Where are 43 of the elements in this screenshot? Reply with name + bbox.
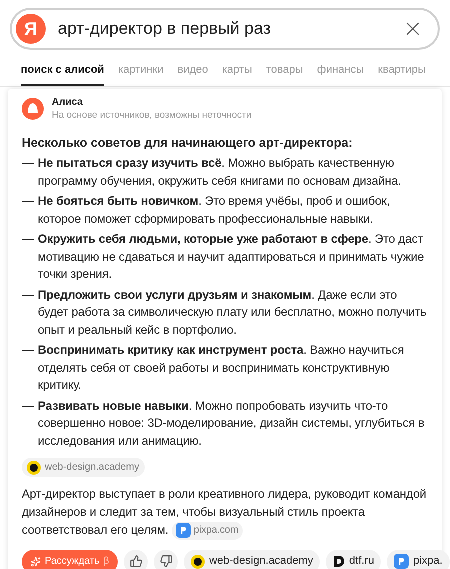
- dislike-button[interactable]: [154, 550, 178, 569]
- search-tab[interactable]: карты: [222, 62, 252, 86]
- square-logo-icon: [394, 554, 410, 569]
- thumbs-up-icon: [130, 555, 143, 568]
- list-marker: —: [22, 398, 35, 415]
- thumbs-down-icon: [160, 555, 173, 568]
- search-tab[interactable]: картинки: [118, 62, 164, 86]
- assistant-avatar-icon: [22, 98, 44, 120]
- circle-logo-icon: [191, 554, 206, 569]
- disclaimer: На основе источников, возможны неточности: [52, 108, 252, 122]
- tip-text: Не пытаться сразу изучить всё. Можно выбрать качественную программу обучения, окружить себя книгами по основам дизайна.: [38, 155, 402, 190]
- search-tab[interactable]: финансы: [317, 62, 364, 86]
- search-tab[interactable]: квартиры: [378, 62, 426, 86]
- search-field[interactable]: Я арт-директор в первый раз: [10, 8, 440, 50]
- tip-text: Развивать новые навыки. Можно попробовать изучить что-то совершенно новое: 3D-моделирование, дизайн системы, углубиться в исследования или анимацию.: [38, 398, 426, 450]
- list-marker: —: [22, 286, 35, 304]
- source-chip[interactable]: web-design.academy: [184, 550, 320, 569]
- tip-text: Предложить свои услуги друзьям и знакомым. Даже если это будет работа за символическую плату или бесплатно, можно получить опыт и реальный кейс в портфолио.: [38, 286, 428, 339]
- search-tab[interactable]: товары: [266, 62, 304, 86]
- search-tab[interactable]: видео: [178, 62, 208, 86]
- logo-icon: Я: [16, 14, 46, 44]
- letter-logo-icon: [333, 555, 346, 568]
- reason-button[interactable]: Рассуждать β: [22, 550, 118, 569]
- sparkle-icon: [31, 556, 41, 567]
- source-chip[interactable]: pixpa.: [387, 550, 450, 569]
- square-logo-icon: [176, 523, 191, 538]
- search-tab[interactable]: поиск с алисой: [21, 62, 104, 86]
- tip-text: Воспринимать критику как инструмент роста. Важно научиться отделять себя от своей работы и воспринимать конструктивную критику.: [38, 342, 406, 394]
- answer-heading: Несколько советов для начинающего арт-директора:: [22, 134, 354, 152]
- summary-text: Арт-директор выступает в роли креативного лидера, руководит командой дизайнеров и следит за тем, чтобы визуальный стиль проекта соответствовал его целям. pixpa.com: [22, 484, 428, 540]
- source-link[interactable]: pixpa.com: [172, 522, 243, 540]
- source-link[interactable]: web-design.academy: [22, 458, 144, 478]
- tip-text: Не бояться быть новичком. Это время учёбы, проб и ошибок, которое поможет сформировать профессиональные навыки.: [38, 193, 392, 228]
- list-marker: —: [22, 193, 35, 210]
- source-chip[interactable]: dtf.ru: [326, 550, 382, 569]
- tip-text: Окружить себя людьми, которые уже работают в сфере. Это даст мотивацию не сдаваться и научит адаптироваться и принимать чужие точки зрения.: [38, 231, 426, 284]
- assistant-name: Алиса: [52, 96, 84, 108]
- list-marker: —: [22, 231, 35, 248]
- circle-logo-icon: [27, 460, 41, 475]
- list-marker: —: [22, 342, 35, 360]
- like-button[interactable]: [124, 550, 148, 569]
- search-query: арт-директор в первый раз: [58, 18, 272, 40]
- list-marker: —: [22, 155, 35, 172]
